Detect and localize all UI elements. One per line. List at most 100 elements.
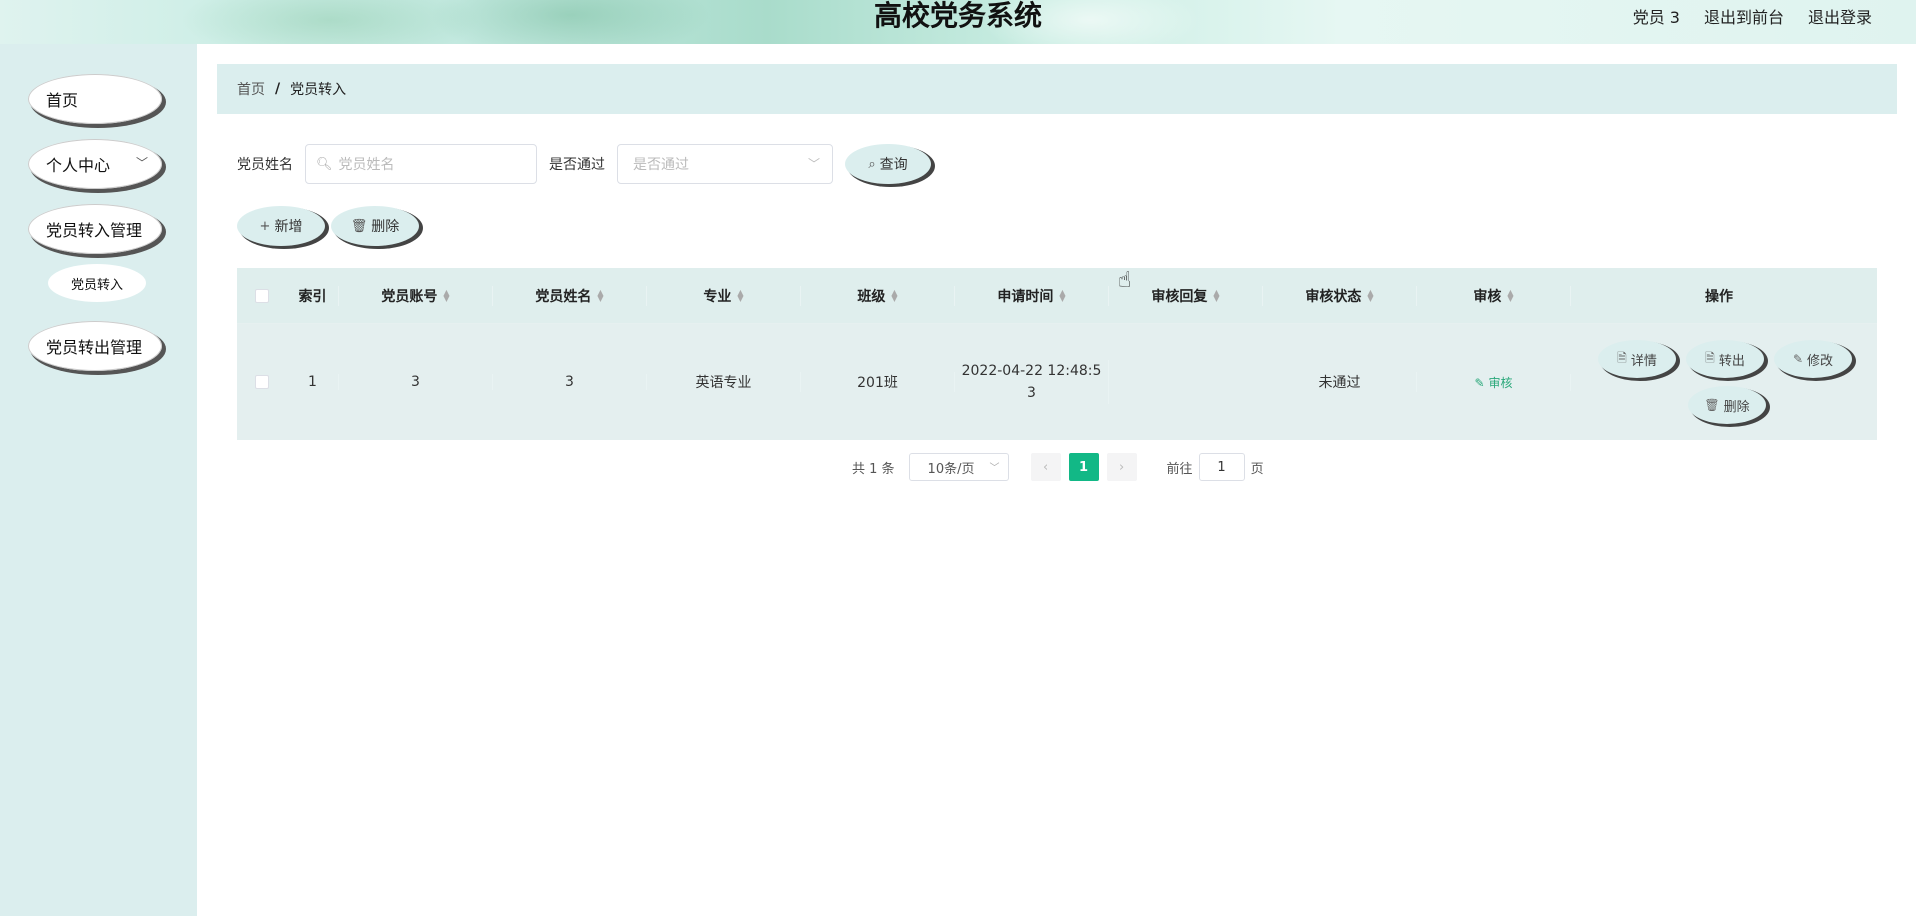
breadcrumb: 首页 / 党员转入 [217,64,1897,114]
sidebar-item-transfer-in-management[interactable]: 党员转入管理 [28,204,162,254]
logout-link[interactable]: 退出登录 [1808,4,1872,28]
audit-link[interactable]: ✎ 审核 [1475,374,1513,391]
column-header-status[interactable]: 审核状态 ▲ ▼ [1263,285,1417,306]
apply-time-line: 2022-04-22 12:48:5 [961,363,1102,379]
pass-filter-select[interactable]: 是否通过 ﹀ [617,144,833,184]
prev-page-button[interactable]: ‹ [1030,453,1061,481]
row-operations: 🗎︎ 详情 🗎︎ 转出 ✎ 修改 🗑︎ 删除 [1584,340,1854,424]
chevron-right-icon: › [1118,459,1125,475]
page-size-select[interactable]: 10条/页 ﹀ [908,453,1009,481]
query-button[interactable]: ⌕ 查询 [845,144,931,184]
data-table: 索引 党员账号 ▲ ▼ 党员姓名 ▲ ▼ 专业 ▲ ▼ 班级 ▲ ▼ 申请时间 ▲ ▼ 审核回复 ▲ ▼… [237,268,1877,440]
name-search-input[interactable]: 🔍︎ 党员姓名 [305,144,537,184]
query-button-label: 查询 [879,157,908,173]
column-header-operations: 操作 [1705,288,1733,305]
row-delete-button[interactable]: 🗑︎ 删除 [1688,386,1766,424]
document-icon: 🗎︎ [1617,350,1627,365]
detail-button[interactable]: 🗎︎ 详情 [1598,340,1676,378]
table-header: 索引 党员账号 ▲ ▼ 党员姓名 ▲ ▼ 专业 ▲ ▼ 班级 ▲ ▼ 申请时间 ▲ ▼ 审核回复 ▲ ▼… [237,268,1877,324]
sidebar-item-personal-center[interactable]: 个人中心 ﹀ [28,139,162,189]
delete-button[interactable]: 🗑︎ 删除 [331,206,419,246]
sidebar-item-transfer-out-management[interactable]: 党员转出管理 [28,321,162,371]
cell-status: 未通过 [1263,372,1417,392]
app-title: 高校党务系统 [873,0,1042,32]
column-header-account[interactable]: 党员账号 ▲ ▼ [339,285,493,306]
column-header-class[interactable]: 班级 ▲ ▼ [801,285,955,306]
breadcrumb-separator: / [275,81,281,97]
current-user: 党员 3 [1632,8,1680,27]
sidebar-item-label: 党员转入管理 [46,221,143,240]
column-header-audit[interactable]: 审核 ▲ ▼ [1417,285,1571,306]
cell-apply-time: 2022-04-22 12:48:5 3 [955,360,1109,404]
name-search-placeholder: 党员姓名 [338,157,395,173]
trash-icon: 🗑︎ [350,218,368,234]
name-filter-label: 党员姓名 [237,157,293,173]
apply-time-line: 3 [1027,385,1036,401]
sort-icon[interactable]: ▲ ▼ [597,288,603,302]
sort-icon[interactable]: ▲ ▼ [443,288,449,302]
pass-filter-label: 是否通过 [549,157,605,173]
sidebar-subitem-transfer-in[interactable]: 党员转入 [48,264,146,302]
page-number[interactable]: 1 [1068,453,1099,481]
cell-operations: 🗎︎ 详情 🗎︎ 转出 ✎ 修改 🗑︎ 删除 [1571,340,1867,424]
trash-icon: 🗑︎ [1704,398,1720,412]
search-bar: 党员姓名 🔍︎ 党员姓名 是否通过 是否通过 ﹀ ⌕ 查询 [237,144,931,184]
sidebar-item-home[interactable]: 首页 [28,74,162,124]
select-all-checkbox[interactable] [255,288,269,303]
search-icon: ⌕ [868,156,876,172]
next-page-button[interactable]: › [1106,453,1137,481]
document-icon: 🗎︎ [1705,350,1715,365]
header-links: 党员 3 退出到前台 退出登录 [1633,4,1872,28]
breadcrumb-current: 党员转入 [290,82,347,98]
sort-icon[interactable]: ▲ ▼ [1213,288,1219,302]
sidebar-item-label: 首页 [46,91,79,110]
cell-class: 201班 [801,372,955,392]
edit-icon: ✎ [1792,352,1804,366]
cell-index: 1 [287,374,339,390]
plus-icon: + [259,218,271,234]
sidebar-item-label: 党员转出管理 [46,338,143,357]
column-header-index: 索引 [287,285,339,306]
breadcrumb-home[interactable]: 首页 [237,79,265,99]
cell-name: 3 [493,374,647,390]
transfer-out-button[interactable]: 🗎︎ 转出 [1686,340,1764,378]
delete-button-label: 删除 [371,219,400,235]
chevron-down-icon: ﹀ [135,156,148,170]
chevron-left-icon: ‹ [1042,459,1049,475]
row-checkbox[interactable] [255,375,269,389]
column-header-name[interactable]: 党员姓名 ▲ ▼ [493,285,647,306]
select-all-cell [237,288,287,303]
column-header-apply-time[interactable]: 申请时间 ▲ ▼ [955,285,1109,306]
edit-button[interactable]: ✎ 修改 [1774,340,1852,378]
row-checkbox-cell [237,375,287,389]
goto-page-input[interactable]: 1 [1198,453,1245,481]
search-icon: 🔍︎ [316,156,333,172]
action-bar: + 新增 🗑︎ 删除 [237,206,419,246]
add-button-label: 新增 [274,219,303,235]
goto-label: 前往 [1166,461,1193,477]
add-button[interactable]: + 新增 [237,206,325,246]
chevron-down-icon: ﹀ [989,463,1000,474]
column-header-reply[interactable]: 审核回复 ▲ ▼ [1109,285,1263,306]
cell-account: 3 [339,374,493,390]
table-row: 1 3 3 英语专业 201班 2022-04-22 12:48:5 3 未通过… [237,324,1877,440]
total-count: 共 1 条 [852,461,895,477]
exit-front-link[interactable]: 退出到前台 [1704,4,1784,28]
sidebar: 首页 个人中心 ﹀ 党员转入管理 党员转入 党员转出管理 [0,44,197,916]
edit-icon: ✎ [1474,375,1485,390]
sort-icon[interactable]: ▲ ▼ [1367,288,1373,302]
pagination: 共 1 条 10条/页 ﹀ ‹ 1 › 前往 1 页 [852,453,1264,481]
page-suffix: 页 [1250,461,1264,477]
column-header-major[interactable]: 专业 ▲ ▼ [647,285,801,306]
sort-icon[interactable]: ▲ ▼ [891,288,897,302]
sort-icon[interactable]: ▲ ▼ [1059,288,1065,302]
sort-icon[interactable]: ▲ ▼ [1507,288,1513,302]
sidebar-item-label: 个人中心 [46,156,111,175]
pointer-cursor-icon: ☝︎ [1118,268,1132,293]
chevron-down-icon: ﹀ [807,157,820,171]
sort-icon[interactable]: ▲ ▼ [737,288,743,302]
pass-filter-placeholder: 是否通过 [633,157,689,173]
cell-audit: ✎ 审核 [1417,373,1571,391]
cell-major: 英语专业 [647,372,801,392]
sidebar-item-label: 党员转入 [70,277,123,293]
